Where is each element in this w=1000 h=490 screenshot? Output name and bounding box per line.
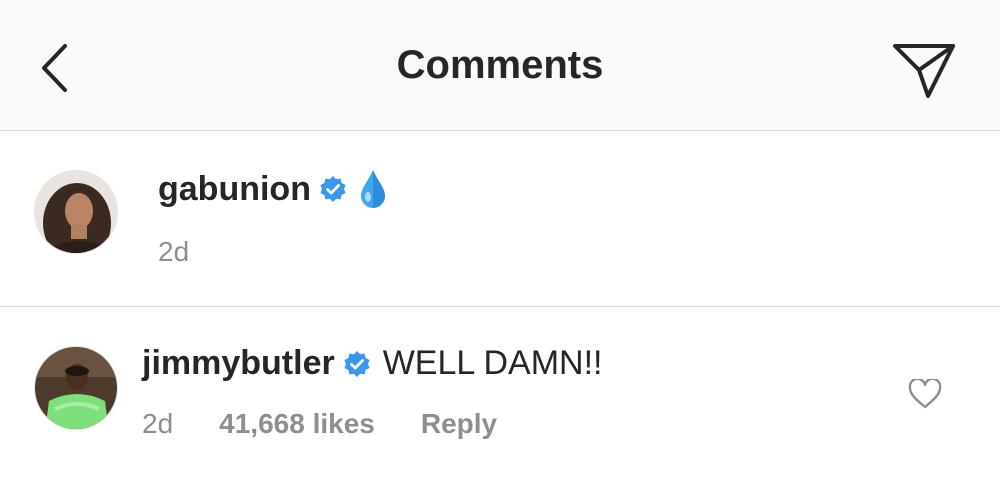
comment-time: 2d [158, 236, 190, 267]
verified-badge-icon [343, 350, 371, 378]
comment-meta: 2d [158, 236, 189, 268]
avatar-image [35, 171, 117, 253]
avatar[interactable] [34, 170, 118, 254]
like-button[interactable] [906, 376, 944, 412]
verified-badge-icon [319, 175, 347, 203]
comment-item: gabunion 💧 2d [0, 132, 1000, 307]
comment-time: 2d [142, 408, 174, 439]
comment-username[interactable]: gabunion [158, 170, 311, 209]
comment-text: WELL DAMN!! [382, 344, 603, 382]
page-title: Comments [396, 43, 604, 87]
comments-header: Comments [0, 0, 1000, 131]
comment-text: 💧 [359, 168, 387, 210]
avatar-image [35, 347, 117, 429]
comment-meta: 2d 41,668 likes Reply [142, 408, 497, 440]
back-button[interactable] [30, 38, 78, 98]
comment-item: jimmybutler WELL DAMN!! 2d 41,668 likes … [0, 308, 1000, 490]
paper-plane-icon [893, 44, 955, 98]
comment-line: gabunion 💧 [158, 168, 387, 210]
avatar[interactable] [34, 346, 118, 430]
comment-likes[interactable]: 41,668 likes [219, 408, 375, 440]
droplet-icon [360, 170, 385, 209]
share-button[interactable] [886, 36, 962, 106]
heart-icon [908, 379, 942, 409]
reply-button[interactable]: Reply [421, 408, 497, 440]
chevron-left-icon [42, 44, 67, 92]
comment-username[interactable]: jimmybutler [142, 344, 335, 383]
comment-line: jimmybutler WELL DAMN!! [142, 344, 603, 383]
